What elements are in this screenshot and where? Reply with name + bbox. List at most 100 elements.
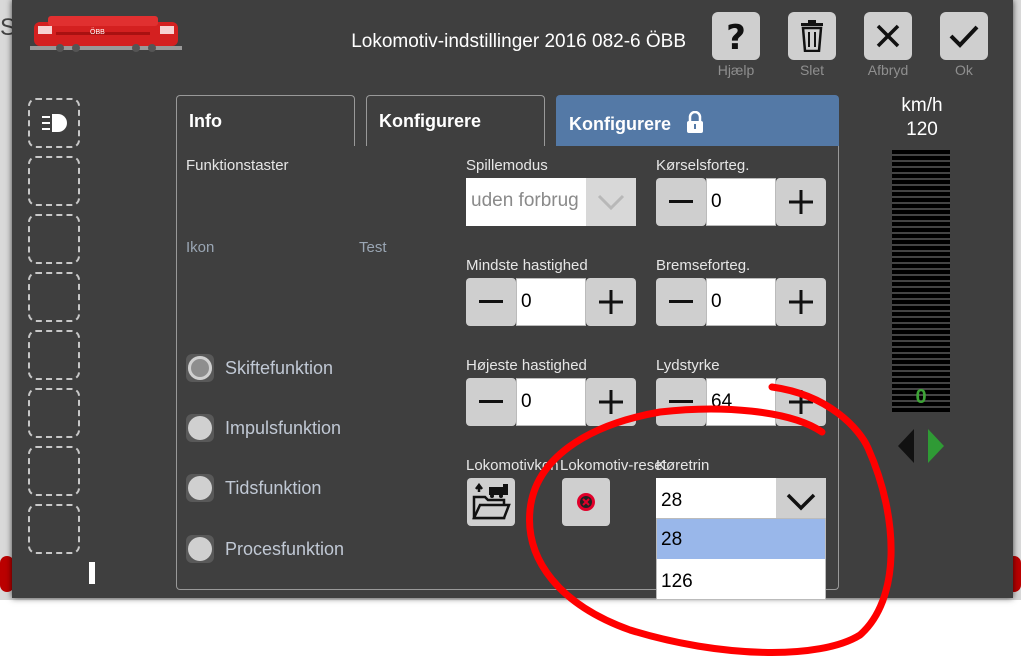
speed-gauge[interactable] <box>892 150 950 412</box>
minus-icon <box>669 400 693 403</box>
speed-steps-option-126[interactable]: 126 <box>657 561 825 601</box>
chevron-down-icon <box>586 178 636 226</box>
brake-decrease-button[interactable] <box>656 278 706 326</box>
speed-current: 0 <box>915 386 927 408</box>
direction-right-icon[interactable] <box>926 429 944 463</box>
max-speed-input[interactable]: 0 <box>516 378 586 426</box>
speed-max: 120 <box>906 119 938 140</box>
tab-configure-locked-label: Konfigurere <box>569 114 672 134</box>
question-icon: ? <box>726 19 746 53</box>
function-slot-1[interactable] <box>28 98 80 148</box>
max-speed-increase-button[interactable] <box>586 378 636 426</box>
accel-label: Kørselsforteg. <box>656 157 750 174</box>
brake-input[interactable]: 0 <box>706 278 776 326</box>
function-slot-6[interactable] <box>28 388 80 438</box>
function-slot-3[interactable] <box>28 214 80 264</box>
plus-icon <box>599 290 623 314</box>
mode-switch-option[interactable]: Skiftefunktion <box>186 352 333 384</box>
play-mode-select[interactable]: uden forbrug <box>466 178 636 226</box>
brake-label: Bremseforteg. <box>656 257 751 274</box>
dialog-body: Info Konfigurere Konfigurere Funktionsta… <box>12 80 1013 600</box>
loco-config-button[interactable] <box>467 478 515 526</box>
max-speed-decrease-button[interactable] <box>466 378 516 426</box>
volume-decrease-button[interactable] <box>656 378 706 426</box>
accel-decrease-button[interactable] <box>656 178 706 226</box>
reset-icon <box>577 493 595 511</box>
max-speed-label: Højeste hastighed <box>466 357 587 374</box>
minus-icon <box>479 400 503 403</box>
direction-left-icon[interactable] <box>898 429 916 463</box>
play-mode-label: Spillemodus <box>466 157 548 174</box>
function-slot-4[interactable] <box>28 272 80 322</box>
plus-icon <box>599 390 623 414</box>
mode-timed-option[interactable]: Tidsfunktion <box>186 472 321 504</box>
function-slot-8[interactable] <box>28 504 80 554</box>
lock-icon <box>687 110 704 133</box>
cancel-label: Afbryd <box>867 62 909 78</box>
tab-configure-locked[interactable]: Konfigurere <box>556 95 839 146</box>
min-speed-label: Mindste hastighed <box>466 257 588 274</box>
minus-icon <box>669 300 693 303</box>
loco-config-label: Lokomotivkon <box>466 457 559 474</box>
speed-steps-value: 28 <box>661 490 683 511</box>
speed-steps-option-28[interactable]: 28 <box>657 519 825 559</box>
min-speed-stepper: 0 <box>466 278 636 326</box>
checkmark-icon <box>949 25 979 48</box>
ok-button[interactable] <box>940 12 988 60</box>
mode-process-radio[interactable] <box>186 535 214 563</box>
speed-steps-dropdown: 28 126 <box>656 518 826 600</box>
mode-process-option[interactable]: Procesfunktion <box>186 533 344 565</box>
play-mode-value: uden forbrug <box>471 190 579 211</box>
plus-icon <box>789 190 813 214</box>
function-slot-5[interactable] <box>28 330 80 380</box>
mode-impulse-radio[interactable] <box>186 414 214 442</box>
delete-label: Slet <box>799 62 825 78</box>
min-speed-increase-button[interactable] <box>586 278 636 326</box>
volume-input[interactable]: 64 <box>706 378 776 426</box>
volume-increase-button[interactable] <box>776 378 826 426</box>
volume-stepper: 64 <box>656 378 826 426</box>
minus-icon <box>479 300 503 303</box>
dialog-header: ÖBB Lokomotiv-indstillinger 2016 082-6 Ö… <box>12 0 1013 80</box>
function-slot-7[interactable] <box>28 446 80 496</box>
help-button[interactable]: ? <box>712 12 760 60</box>
tab-configure[interactable]: Konfigurere <box>366 95 545 146</box>
mode-process-label: Procesfunktion <box>225 538 345 559</box>
mode-switch-radio[interactable] <box>186 354 214 382</box>
cancel-button[interactable] <box>864 12 912 60</box>
speed-unit: km/h <box>901 95 943 116</box>
dialog-title: Lokomotiv-indstillinger 2016 082-6 ÖBB <box>351 31 686 52</box>
accel-stepper: 0 <box>656 178 826 226</box>
loco-reset-button[interactable] <box>562 478 610 526</box>
brake-stepper: 0 <box>656 278 826 326</box>
logo-text: ÖBB <box>90 28 105 36</box>
accel-input[interactable]: 0 <box>706 178 776 226</box>
volume-label: Lydstyrke <box>656 357 720 374</box>
mode-timed-radio[interactable] <box>186 474 214 502</box>
locomotive-logo: ÖBB <box>30 12 182 59</box>
close-icon <box>876 24 900 48</box>
brake-increase-button[interactable] <box>776 278 826 326</box>
icon-column-label: Ikon <box>186 239 215 256</box>
scroll-indicator[interactable] <box>89 562 95 584</box>
mode-impulse-label: Impulsfunktion <box>225 417 342 438</box>
delete-button[interactable] <box>788 12 836 60</box>
speed-steps-label: Køretrin <box>656 457 710 474</box>
tab-info[interactable]: Info <box>176 95 355 146</box>
plus-icon <box>789 290 813 314</box>
folder-train-icon <box>472 483 511 520</box>
function-slot-2[interactable] <box>28 156 80 206</box>
mode-switch-label: Skiftefunktion <box>225 357 334 378</box>
loco-settings-dialog: ÖBB Lokomotiv-indstillinger 2016 082-6 Ö… <box>12 0 1013 600</box>
function-keys-heading: Funktionstaster <box>186 157 289 174</box>
minus-icon <box>669 200 693 203</box>
max-speed-stepper: 0 <box>466 378 636 426</box>
headlight-icon <box>42 114 67 132</box>
loco-reset-label: Lokomotiv-reset <box>560 457 667 474</box>
plus-icon <box>789 390 813 414</box>
min-speed-input[interactable]: 0 <box>516 278 586 326</box>
min-speed-decrease-button[interactable] <box>466 278 516 326</box>
ok-label: Ok <box>955 62 973 78</box>
mode-impulse-option[interactable]: Impulsfunktion <box>186 412 341 444</box>
accel-increase-button[interactable] <box>776 178 826 226</box>
